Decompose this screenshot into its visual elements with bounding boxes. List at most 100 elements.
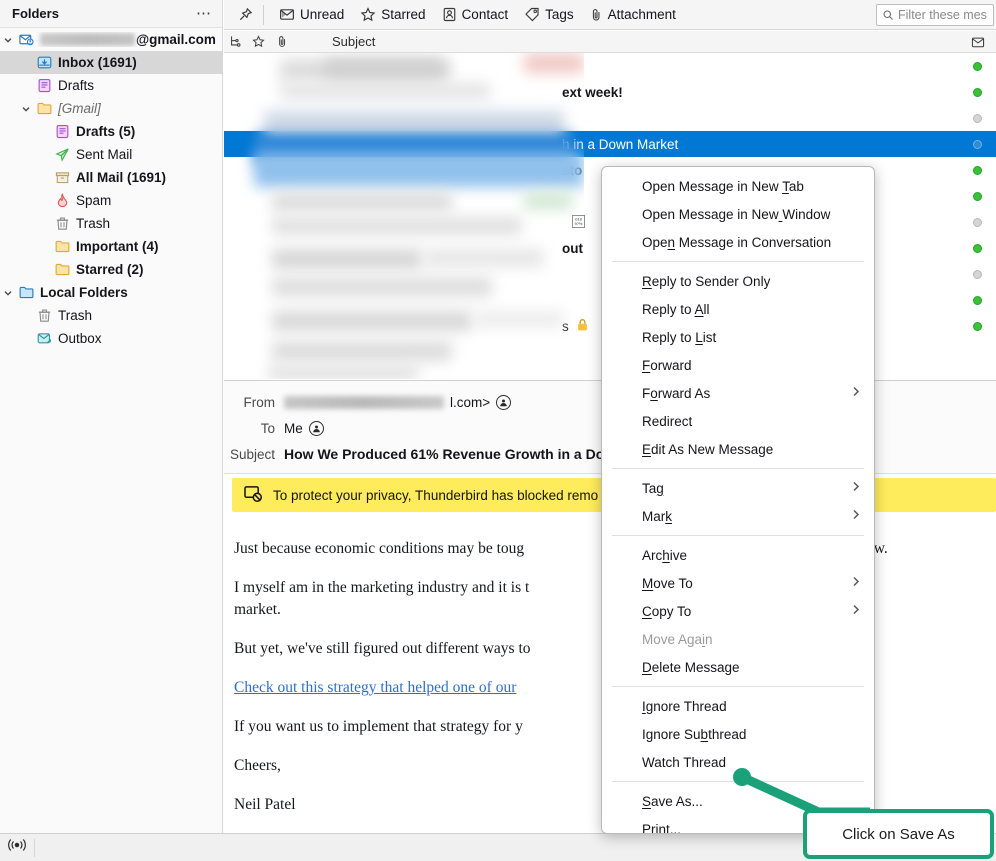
unread-status-dot[interactable] — [966, 131, 988, 157]
menu-item-label: Copy To — [642, 603, 692, 619]
filter-button-attachment[interactable]: Attachment — [582, 3, 684, 27]
folder-list: @gmail.com Inbox (1691) Drafts [Gmail] Dr… — [0, 28, 222, 350]
menu-item-copy-to[interactable]: Copy To — [602, 597, 874, 625]
folder-item-important-4[interactable]: Important (4) — [0, 235, 222, 258]
filter-button-label: Attachment — [607, 7, 676, 22]
unread-status-dot[interactable] — [966, 183, 988, 209]
menu-item-label: Edit As New Message — [642, 441, 774, 457]
folder-pane-header: Folders ⋯ — [0, 0, 222, 28]
folder-item-all-mail-1691[interactable]: All Mail (1691) — [0, 166, 222, 189]
filter-button-contact[interactable]: Contact — [434, 3, 517, 27]
chevron-right-icon — [852, 386, 860, 401]
chevron-down-icon[interactable] — [18, 104, 34, 114]
menu-item-label: Watch Thread — [642, 754, 727, 770]
from-value[interactable]: l.com> — [284, 394, 512, 410]
menu-item-forward[interactable]: Forward — [602, 351, 874, 379]
sent-icon — [52, 147, 72, 162]
chevron-down-icon[interactable] — [0, 35, 16, 45]
folder-item-gmail-com[interactable]: @gmail.com — [0, 28, 222, 51]
filter-search-input[interactable]: Filter these mes — [876, 4, 994, 26]
tag-icon — [524, 7, 540, 22]
quick-filter-buttons: Unread Starred Contact Tags Attachment — [271, 3, 684, 27]
menu-item-forward-as[interactable]: Forward As — [602, 379, 874, 407]
pin-icon[interactable] — [232, 3, 259, 27]
menu-item-reply-to-sender-only[interactable]: Reply to Sender Only — [602, 267, 874, 295]
unread-column-icon[interactable] — [960, 31, 996, 52]
thread-column-icon[interactable] — [224, 31, 246, 52]
to-value[interactable]: Me — [284, 420, 324, 436]
menu-item-label: Ignore Thread — [642, 698, 727, 714]
subject-column-header[interactable]: Subject — [294, 31, 960, 52]
folder-item-outbox[interactable]: Outbox — [0, 327, 222, 350]
menu-item-label: Move Again — [642, 631, 713, 647]
svg-text:9?%: 9?% — [575, 221, 583, 226]
folder-item-label: All Mail (1691) — [76, 170, 167, 185]
outbox-icon — [34, 331, 54, 346]
menu-item-delete-message[interactable]: Delete Message — [602, 653, 874, 681]
menu-item-mark[interactable]: Mark — [602, 502, 874, 530]
account-mail-icon — [16, 32, 36, 47]
menu-item-redirect[interactable]: Redirect — [602, 407, 874, 435]
message-row[interactable] — [224, 105, 996, 131]
contact-avatar-icon[interactable] — [496, 394, 512, 410]
chevron-down-icon[interactable] — [0, 288, 16, 298]
toolbar-separator — [263, 4, 264, 25]
paperclip-icon — [590, 7, 603, 22]
status-separator — [34, 838, 35, 857]
folder-item-sent-mail[interactable]: Sent Mail — [0, 143, 222, 166]
unread-status-dot[interactable] — [966, 261, 988, 287]
body-link[interactable]: Check out this strategy that helped one … — [234, 679, 516, 696]
menu-item-open-message-in-conversation[interactable]: Open Message in Conversation — [602, 228, 874, 256]
filter-button-starred[interactable]: Starred — [352, 3, 433, 27]
star-column-icon[interactable] — [246, 31, 270, 52]
message-row[interactable] — [224, 53, 996, 79]
folder-item-trash[interactable]: Trash — [0, 304, 222, 327]
folder-item-inbox-1691[interactable]: Inbox (1691) — [0, 51, 222, 74]
folder-item-label: Sent Mail — [76, 147, 133, 162]
redacted-account-name — [40, 33, 135, 46]
unread-status-dot[interactable] — [966, 287, 988, 313]
menu-item-ignore-subthread[interactable]: Ignore Subthread — [602, 720, 874, 748]
unread-status-dot[interactable] — [966, 209, 988, 235]
menu-item-open-message-in-new-tab[interactable]: Open Message in New Tab — [602, 172, 874, 200]
menu-item-move-to[interactable]: Move To — [602, 569, 874, 597]
folder-item-trash[interactable]: Trash — [0, 212, 222, 235]
filter-button-tags[interactable]: Tags — [516, 3, 582, 27]
connectivity-icon[interactable] — [6, 838, 28, 857]
blocked-remote-content-icon — [244, 485, 263, 505]
menu-item-reply-to-list[interactable]: Reply to List — [602, 323, 874, 351]
menu-item-edit-as-new-message[interactable]: Edit As New Message — [602, 435, 874, 463]
attachment-column-icon[interactable] — [270, 31, 294, 52]
folder-item-gmail[interactable]: [Gmail] — [0, 97, 222, 120]
unread-status-dot[interactable] — [966, 79, 988, 105]
filter-button-label: Contact — [461, 7, 509, 22]
menu-item-archive[interactable]: Archive — [602, 541, 874, 569]
unread-status-dot[interactable] — [966, 313, 988, 339]
unread-status-dot[interactable] — [966, 235, 988, 261]
folder-item-spam[interactable]: Spam — [0, 189, 222, 212]
unread-envelope-icon — [279, 7, 295, 22]
folder-item-label: [Gmail] — [58, 101, 101, 116]
menu-separator — [612, 261, 864, 262]
menu-item-label: Archive — [642, 547, 688, 563]
unread-status-dot[interactable] — [966, 157, 988, 183]
drafts-icon — [52, 124, 72, 139]
contact-avatar-icon[interactable] — [308, 420, 324, 436]
menu-item-open-message-in-new-window[interactable]: Open Message in New Window — [602, 200, 874, 228]
folder-item-label: Drafts (5) — [76, 124, 136, 139]
folder-item-local-folders[interactable]: Local Folders — [0, 281, 222, 304]
folder-item-drafts-5[interactable]: Drafts (5) — [0, 120, 222, 143]
unread-status-dot[interactable] — [966, 53, 988, 79]
filter-button-unread[interactable]: Unread — [271, 3, 352, 27]
message-row[interactable]: h in a Down Market — [224, 131, 996, 157]
menu-item-ignore-thread[interactable]: Ignore Thread — [602, 692, 874, 720]
folder-item-starred-2[interactable]: Starred (2) — [0, 258, 222, 281]
to-recipient: Me — [284, 420, 303, 436]
menu-item-reply-to-all[interactable]: Reply to All — [602, 295, 874, 323]
message-row[interactable]: ext week! — [224, 79, 996, 105]
ellipsis-icon[interactable]: ⋯ — [196, 6, 212, 21]
menu-item-tag[interactable]: Tag — [602, 474, 874, 502]
folder-item-label: Local Folders — [40, 285, 128, 300]
folder-item-drafts[interactable]: Drafts — [0, 74, 222, 97]
unread-status-dot[interactable] — [966, 105, 988, 131]
